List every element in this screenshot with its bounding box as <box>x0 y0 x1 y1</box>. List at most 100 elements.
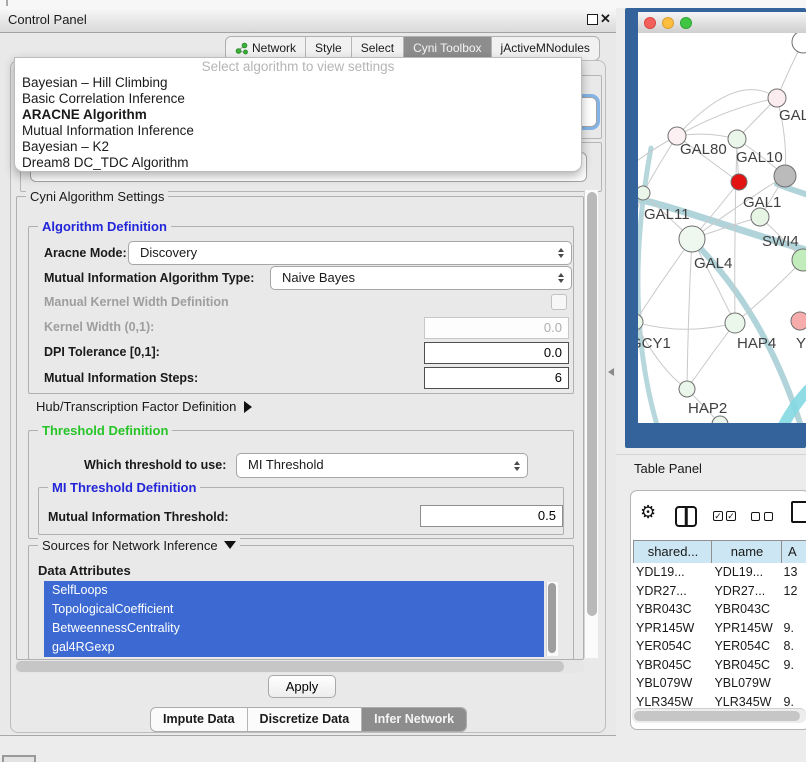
node-label: SWI4 <box>762 233 799 250</box>
node-swi4[interactable] <box>751 208 769 226</box>
node[interactable] <box>731 174 747 190</box>
edge[interactable] <box>638 322 735 329</box>
close-icon[interactable]: ✕ <box>600 11 611 27</box>
node-label: GCY1 <box>638 335 671 352</box>
table-cell: YBR043C <box>709 600 778 619</box>
unchecked-checkbox-icon[interactable] <box>751 512 760 521</box>
scrollbar-thumb[interactable] <box>587 192 597 616</box>
edge[interactable] <box>687 323 735 389</box>
attributes-scrollbar[interactable] <box>546 582 558 656</box>
attribute-list-item[interactable]: TopologicalCoefficient <box>44 600 544 619</box>
checked-checkbox-icon[interactable]: ✓ <box>726 511 736 521</box>
dpi-tolerance-field[interactable]: 0.0 <box>424 342 569 364</box>
network-graph[interactable]: GALGAL80GAL10GAL1GAL11SWI4GAL4GCY1HAP4YH… <box>638 33 806 423</box>
table-cell: 9. <box>779 656 806 675</box>
node[interactable] <box>792 33 806 53</box>
aracne-mode-label: Aracne Mode: <box>44 246 127 260</box>
minimize-traffic-light[interactable] <box>662 17 674 29</box>
algorithm-option[interactable]: Bayesian – K2 <box>15 139 581 155</box>
node-label: GAL80 <box>680 141 727 158</box>
group-title: Threshold Definition <box>38 423 172 438</box>
table-cell: YBL079W <box>709 674 778 693</box>
table-row[interactable]: YBR045CYBR045C9. <box>631 656 806 675</box>
edge[interactable] <box>687 239 692 389</box>
sources-title: Sources for Network Inference <box>42 538 218 553</box>
node[interactable] <box>792 249 806 271</box>
table-cell: 9. <box>779 619 806 638</box>
splitter-handle[interactable] <box>608 368 614 376</box>
group-title: Algorithm Definition <box>38 219 171 234</box>
node-hap4[interactable] <box>725 313 745 333</box>
scrollbar-thumb[interactable] <box>548 583 556 653</box>
edge[interactable] <box>735 260 803 323</box>
node-y[interactable] <box>791 312 806 330</box>
table-cell <box>779 600 806 619</box>
zoom-traffic-light[interactable] <box>680 17 692 29</box>
edge-highlight[interactable] <box>782 390 806 423</box>
table-row[interactable]: YER054CYER054C8. <box>631 637 806 656</box>
apply-button[interactable]: Apply <box>268 675 336 698</box>
unchecked-checkbox-icon[interactable] <box>764 512 773 521</box>
algorithm-option[interactable]: Dream8 DC_TDC Algorithm <box>15 155 581 171</box>
kernel-width-field[interactable]: 0.0 <box>424 317 569 339</box>
mi-threshold-field[interactable]: 0.5 <box>420 505 563 527</box>
settings-hscrollbar[interactable] <box>14 660 584 673</box>
combo-value: Discovery <box>140 242 197 264</box>
node-gal4[interactable] <box>679 226 705 252</box>
algorithm-option[interactable]: Mutual Information Inference <box>15 123 581 139</box>
network-titlebar[interactable] <box>638 12 806 34</box>
table-row[interactable]: YDR27...YDR27...12 <box>631 582 806 601</box>
table-row[interactable]: YPR145WYPR145W9. <box>631 619 806 638</box>
column-header-name[interactable]: name <box>711 540 783 564</box>
manual-kernel-checkbox[interactable] <box>551 294 567 310</box>
node-gal11[interactable] <box>638 186 650 200</box>
mi-type-combo[interactable]: Naive Bayes <box>270 266 572 290</box>
tab-discretize-data[interactable]: Discretize Data <box>247 708 362 731</box>
tab-infer-network[interactable]: Infer Network <box>361 708 466 731</box>
column-header-shared[interactable]: shared... <box>633 540 713 564</box>
expand-right-icon <box>244 401 252 413</box>
attribute-list-item[interactable]: BetweennessCentrality <box>44 619 544 638</box>
data-attributes-label: Data Attributes <box>38 563 131 578</box>
float-window-icon[interactable] <box>587 14 598 25</box>
sources-toggle[interactable]: Sources for Network Inference <box>38 538 240 553</box>
table-cell: YBL079W <box>631 674 709 693</box>
attribute-list-item[interactable]: SelfLoops <box>44 581 544 600</box>
algorithm-option[interactable]: Bayesian – Hill Climbing <box>15 75 581 91</box>
edge[interactable] <box>638 239 692 322</box>
table-row[interactable]: YLR345WYLR345W9. <box>631 693 806 710</box>
scrollbar-thumb[interactable] <box>634 711 800 721</box>
algorithm-option[interactable]: Basic Correlation Inference <box>15 91 581 107</box>
combo-arrows-icon <box>514 461 520 471</box>
close-traffic-light[interactable] <box>644 17 656 29</box>
aracne-mode-combo[interactable]: Discovery <box>128 241 572 265</box>
node-gal[interactable] <box>768 89 786 107</box>
tab-impute-data[interactable]: Impute Data <box>151 708 247 731</box>
checked-checkbox-icon[interactable]: ✓ <box>713 511 723 521</box>
algorithm-option[interactable]: ARACNE Algorithm <box>15 107 581 123</box>
table-panel-title: Table Panel <box>634 461 702 476</box>
scrollbar-thumb[interactable] <box>16 661 564 672</box>
document-icon[interactable] <box>791 501 806 523</box>
node-gal1[interactable] <box>774 165 796 187</box>
hub-definition-toggle[interactable]: Hub/Transcription Factor Definition <box>36 399 252 414</box>
which-threshold-combo[interactable]: MI Threshold <box>236 453 528 478</box>
attribute-list-item[interactable]: gal4RGexp <box>44 638 544 657</box>
table-row[interactable]: YBR043CYBR043C <box>631 600 806 619</box>
node-gal10[interactable] <box>728 130 746 148</box>
edge[interactable] <box>677 98 777 136</box>
table-hscrollbar[interactable] <box>632 708 806 723</box>
node-hap2[interactable] <box>679 381 695 397</box>
table-cell: YPR145W <box>709 619 778 638</box>
column-header-partial[interactable]: A <box>781 540 806 564</box>
mi-steps-field[interactable]: 6 <box>424 367 569 389</box>
node-gcy1[interactable] <box>638 314 643 330</box>
table-row[interactable]: YBL079WYBL079W <box>631 674 806 693</box>
hub-definition-label: Hub/Transcription Factor Definition <box>36 399 236 414</box>
table-cell: YER054C <box>631 637 709 656</box>
top-mark <box>6 0 8 6</box>
table-row[interactable]: YDL19...YDL19...13 <box>631 563 806 582</box>
gear-icon[interactable]: ⚙ <box>640 502 656 523</box>
settings-scrollbar[interactable] <box>584 190 598 658</box>
columns-icon[interactable] <box>675 506 697 527</box>
